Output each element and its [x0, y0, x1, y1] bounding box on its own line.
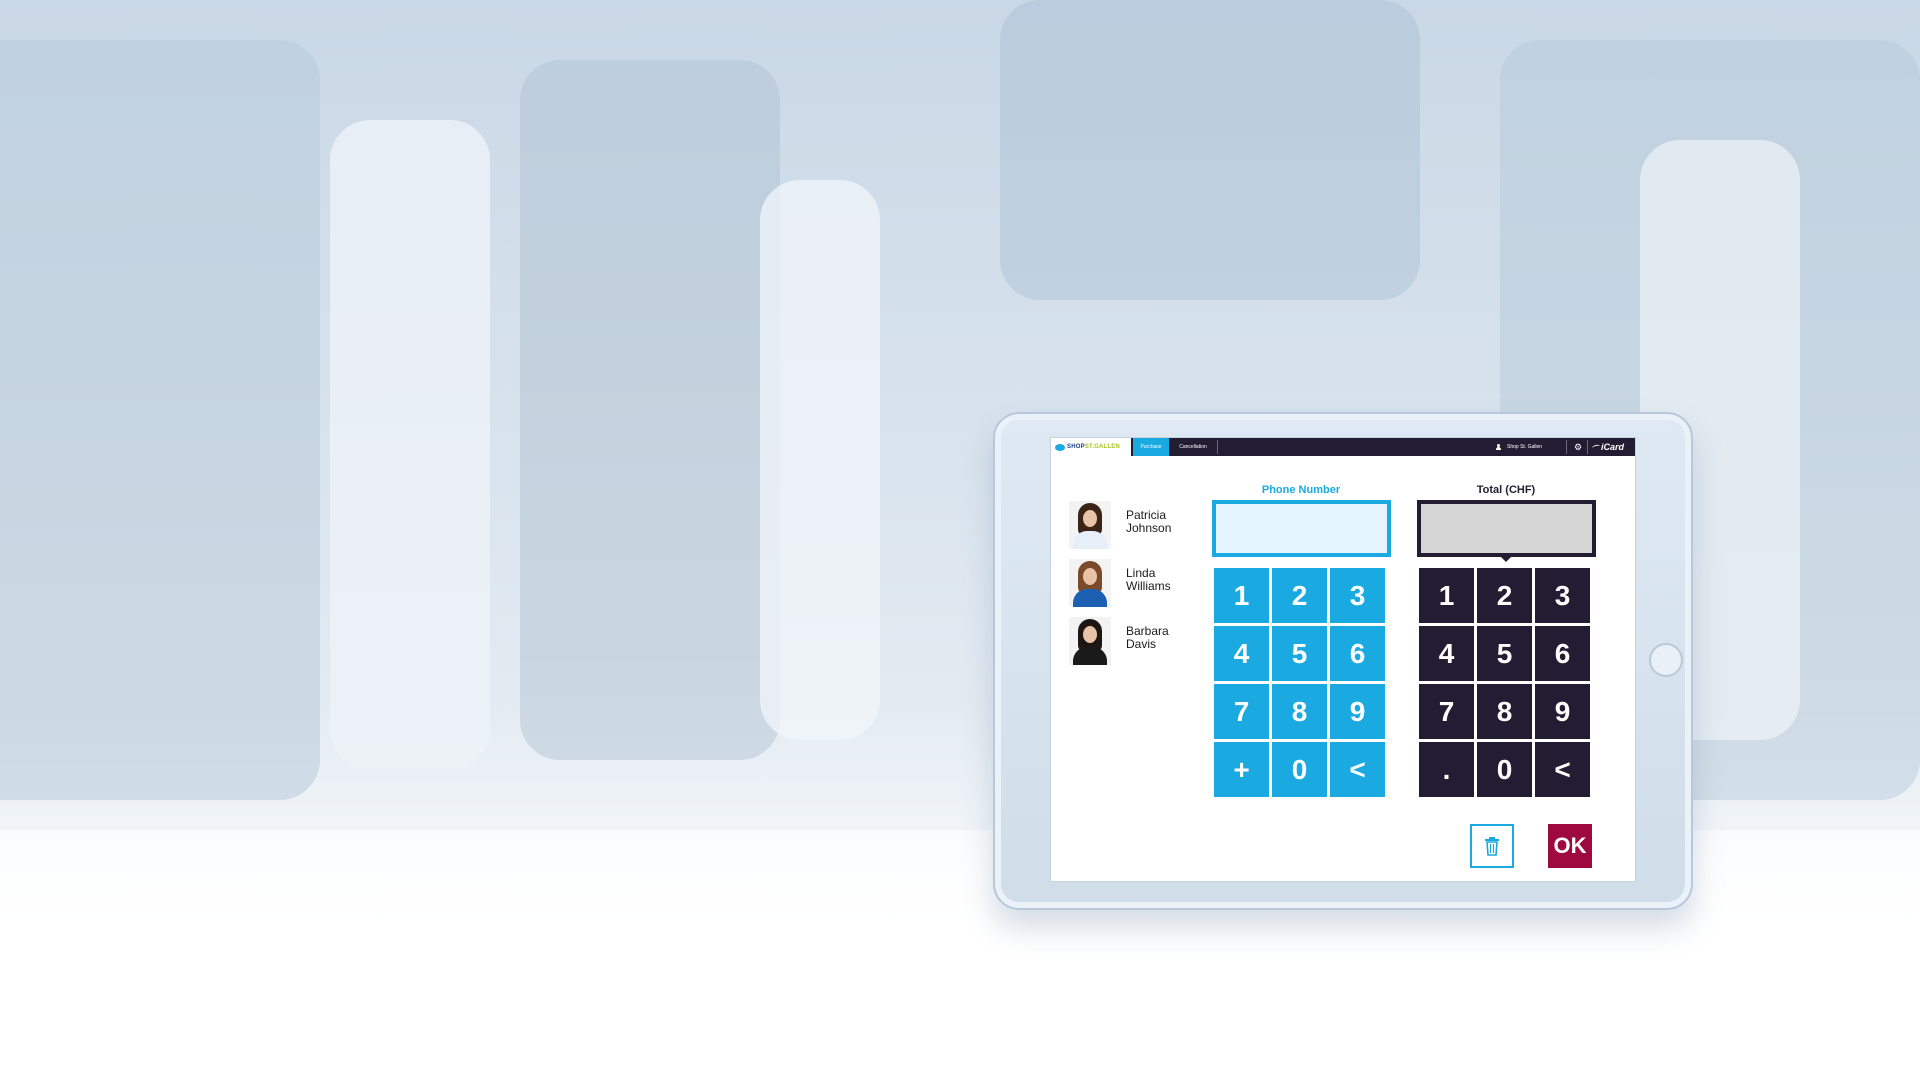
total-key-3[interactable]: 3: [1535, 568, 1590, 623]
phone-key-5[interactable]: 5: [1272, 626, 1327, 681]
tab-purchase[interactable]: Purchase: [1133, 438, 1169, 456]
logo-mark-icon: [1055, 443, 1065, 451]
contact-list: Patricia Johnson Linda Williams Barbara …: [1069, 501, 1179, 675]
blurred-background-shape: [520, 60, 780, 760]
total-keypad: 1 2 3 4 5 6 7 8 9 . 0 <: [1419, 568, 1590, 797]
phone-keypad: 1 2 3 4 5 6 7 8 9 + 0 <: [1214, 568, 1385, 797]
shop-logo: SHOP ST.GALLEN: [1051, 438, 1131, 456]
total-label: Total (CHF): [1476, 484, 1536, 496]
user-icon: [1496, 444, 1501, 450]
total-key-backspace[interactable]: <: [1535, 742, 1590, 797]
phone-key-4[interactable]: 4: [1214, 626, 1269, 681]
total-key-1[interactable]: 1: [1419, 568, 1474, 623]
phone-key-3[interactable]: 3: [1330, 568, 1385, 623]
contact-item[interactable]: Patricia Johnson: [1069, 501, 1179, 559]
phone-key-0[interactable]: 0: [1272, 742, 1327, 797]
phone-number-label: Phone Number: [1261, 484, 1341, 496]
gear-icon[interactable]: ⚙: [1574, 441, 1582, 453]
contact-name: Barbara Davis: [1126, 624, 1169, 651]
total-key-0[interactable]: 0: [1477, 742, 1532, 797]
tab-cancellation[interactable]: Cancellation: [1169, 438, 1217, 456]
blurred-background-shape: [760, 180, 880, 740]
icard-swoosh-icon: [1591, 444, 1601, 450]
tablet-home-button: [1649, 643, 1683, 677]
phone-key-2[interactable]: 2: [1272, 568, 1327, 623]
user-label: Shop St. Gallen: [1507, 444, 1543, 450]
trash-icon: [1485, 837, 1499, 856]
contact-item[interactable]: Linda Williams: [1069, 559, 1179, 617]
ok-button[interactable]: OK: [1548, 824, 1592, 868]
phone-key-9[interactable]: 9: [1330, 684, 1385, 739]
delete-button[interactable]: [1470, 824, 1514, 868]
avatar: [1069, 617, 1111, 665]
phone-key-7[interactable]: 7: [1214, 684, 1269, 739]
divider: [1587, 440, 1588, 454]
total-amount-field[interactable]: [1417, 500, 1596, 557]
blurred-background-shape: [1000, 0, 1420, 300]
total-field-pointer: [1501, 557, 1511, 562]
contact-name: Patricia Johnson: [1126, 508, 1172, 535]
total-key-8[interactable]: 8: [1477, 684, 1532, 739]
divider: [1217, 440, 1218, 454]
icard-brand-text: iCard: [1601, 442, 1625, 452]
total-key-decimal[interactable]: .: [1419, 742, 1474, 797]
avatar: [1069, 559, 1111, 607]
icard-brand-logo: iCard: [1591, 438, 1625, 456]
phone-key-8[interactable]: 8: [1272, 684, 1327, 739]
divider: [1566, 440, 1567, 454]
logo-text-city: ST.GALLEN: [1084, 444, 1120, 450]
app-screen: SHOP ST.GALLEN Purchase Cancellation Sho…: [1050, 437, 1636, 882]
avatar: [1069, 501, 1111, 549]
contact-name: Linda Williams: [1126, 566, 1171, 593]
contact-item[interactable]: Barbara Davis: [1069, 617, 1179, 675]
top-navigation-bar: SHOP ST.GALLEN Purchase Cancellation Sho…: [1051, 438, 1635, 456]
logo-text-shop: SHOP: [1067, 444, 1085, 450]
blurred-background-shape: [0, 40, 320, 800]
total-key-2[interactable]: 2: [1477, 568, 1532, 623]
phone-key-backspace[interactable]: <: [1330, 742, 1385, 797]
phone-number-field[interactable]: [1212, 500, 1391, 557]
blurred-background-shape: [330, 120, 490, 770]
phone-key-plus[interactable]: +: [1214, 742, 1269, 797]
total-key-4[interactable]: 4: [1419, 626, 1474, 681]
total-key-9[interactable]: 9: [1535, 684, 1590, 739]
user-menu[interactable]: Shop St. Gallen: [1496, 438, 1542, 456]
phone-key-1[interactable]: 1: [1214, 568, 1269, 623]
phone-key-6[interactable]: 6: [1330, 626, 1385, 681]
total-key-5[interactable]: 5: [1477, 626, 1532, 681]
background-scene: SHOP ST.GALLEN Purchase Cancellation Sho…: [0, 0, 1920, 1080]
total-key-7[interactable]: 7: [1419, 684, 1474, 739]
total-key-6[interactable]: 6: [1535, 626, 1590, 681]
